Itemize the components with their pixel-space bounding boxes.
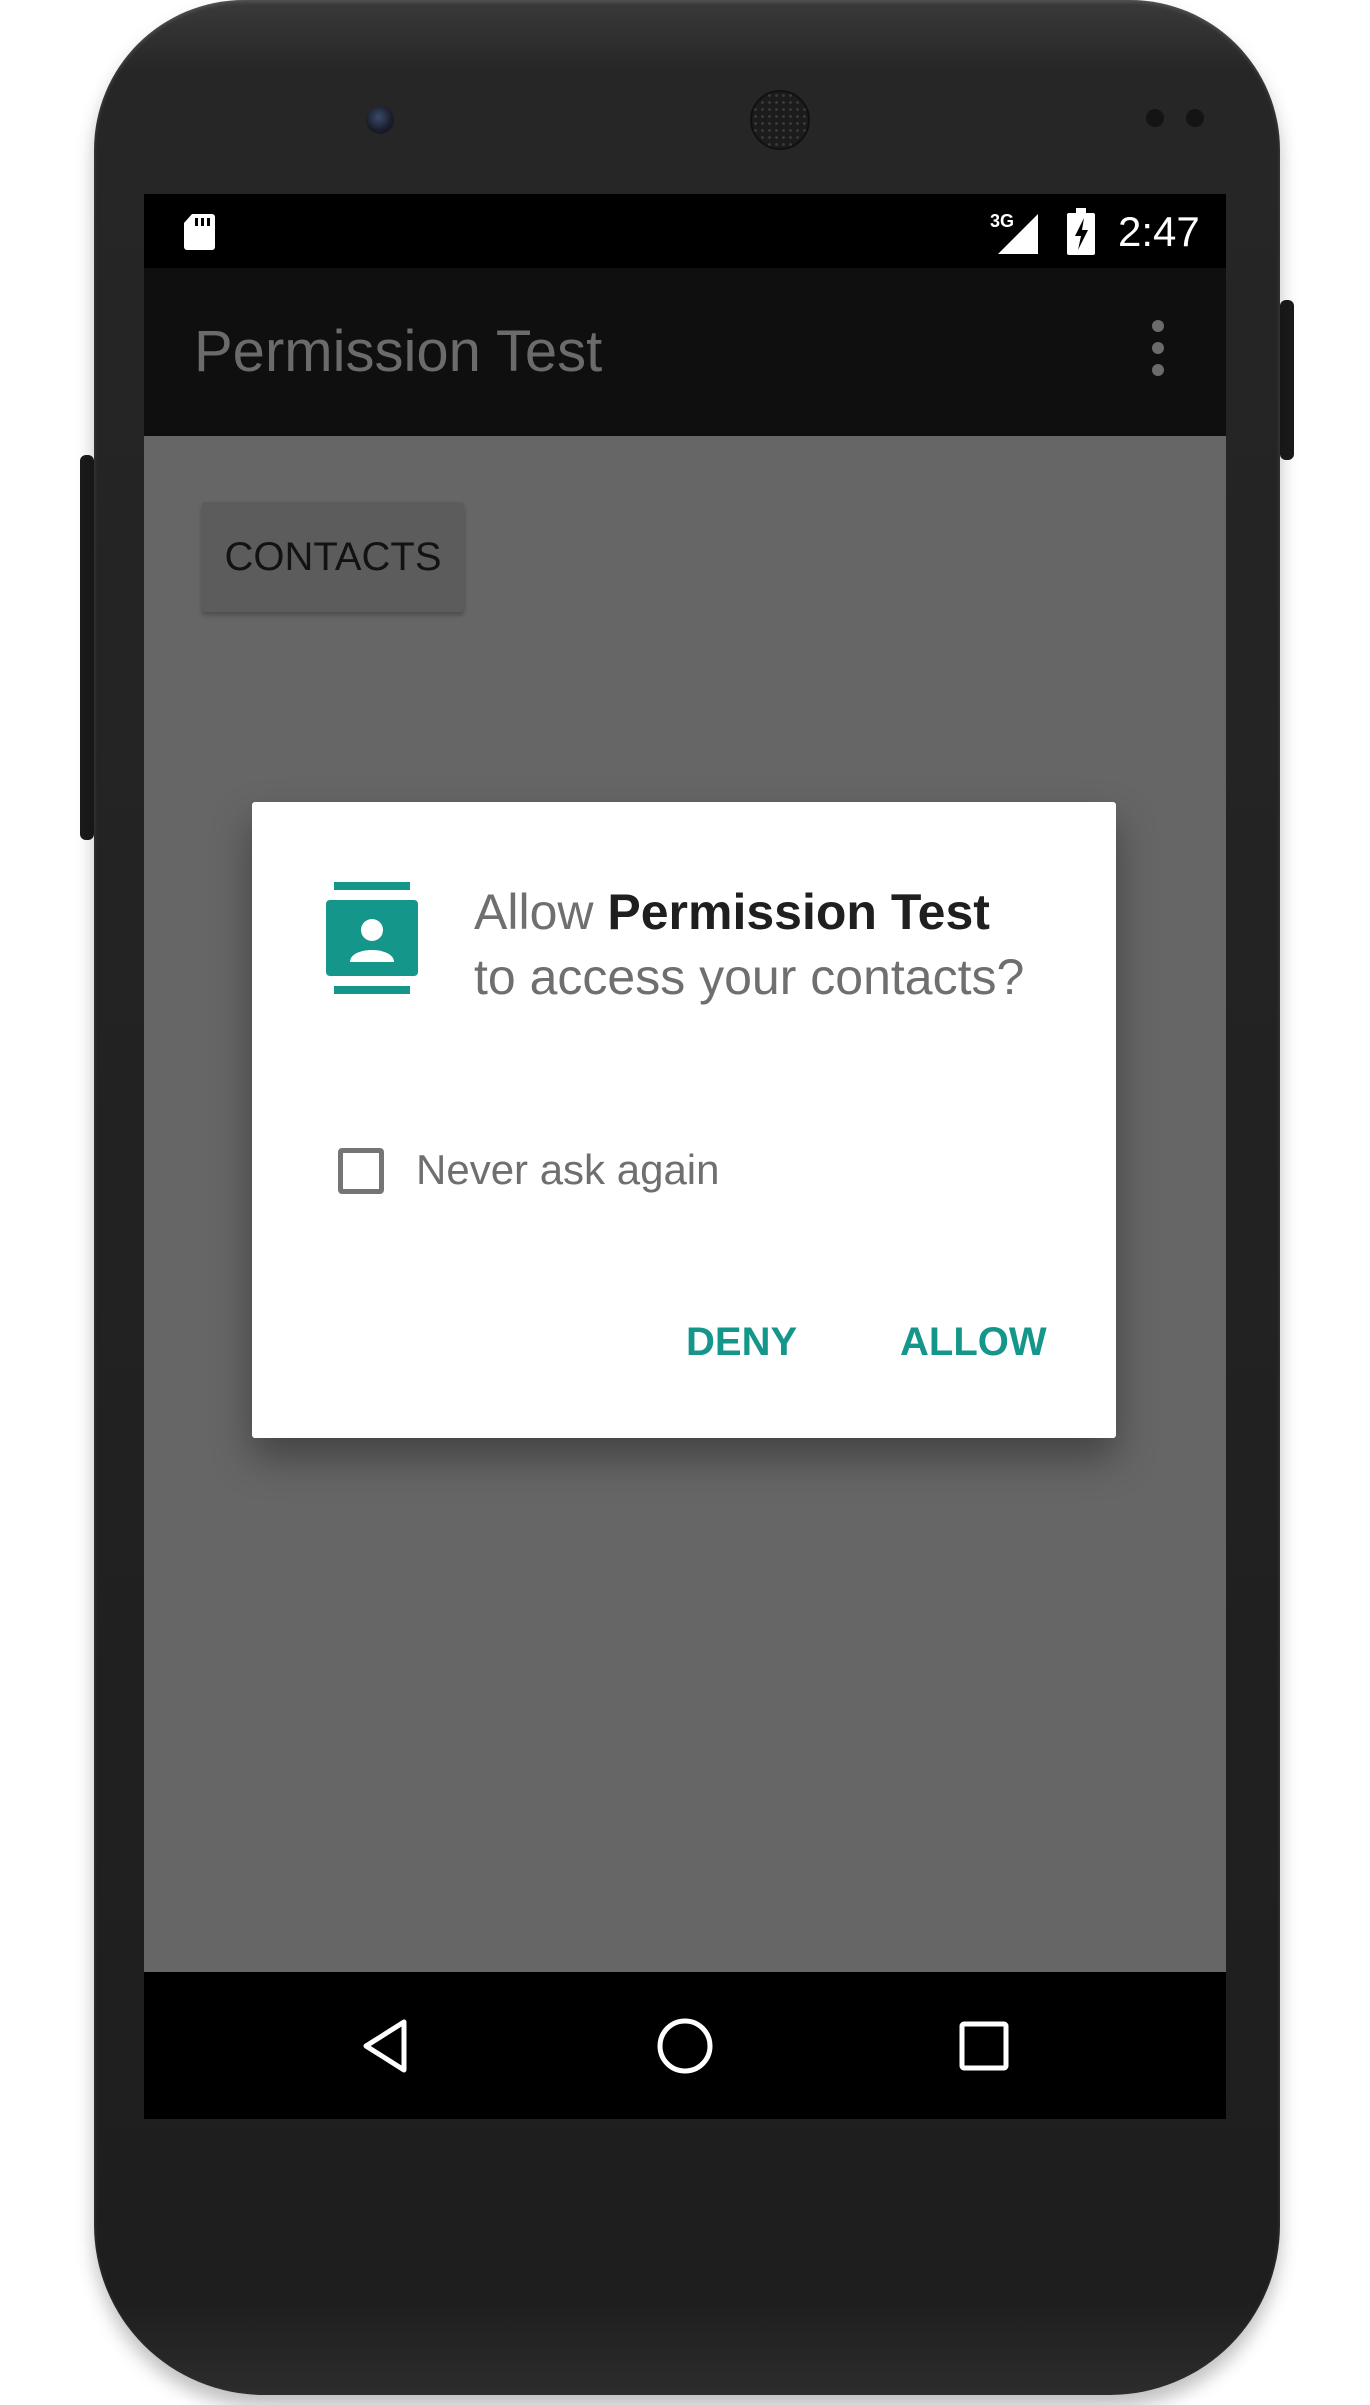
battery-charging-icon [1067,208,1095,255]
volume-button [80,455,94,840]
permission-message: Allow Permission Test to access your con… [474,880,1034,1010]
message-prefix: Allow [474,884,608,940]
allow-button[interactable]: ALLOW [900,1312,1047,1372]
permission-dialog: Allow Permission Test to access your con… [252,802,1116,1438]
contacts-icon [326,882,418,994]
message-suffix: to access your contacts? [474,949,1025,1005]
status-time: 2:47 [1118,208,1200,255]
deny-button[interactable]: DENY [686,1312,797,1372]
menu-dot [1152,342,1164,354]
sd-card-icon [184,214,215,250]
overflow-menu-icon[interactable] [1138,318,1178,378]
light-sensor [1186,109,1204,127]
back-icon[interactable] [356,2016,416,2076]
power-button [1280,300,1294,460]
status-bar: 3G 2:47 [144,194,1226,268]
app-name: Permission Test [607,884,990,940]
signal-icon [998,214,1038,254]
proximity-sensor [1146,109,1164,127]
navigation-bar [144,1972,1226,2119]
home-icon[interactable] [655,2016,715,2076]
menu-dot [1152,364,1164,376]
device-screen: 3G 2:47 Permission Test CONTACTS Allow P… [144,194,1226,2119]
app-title: Permission Test [194,319,603,384]
front-camera [366,106,394,134]
earpiece-speaker [750,90,810,150]
never-ask-label[interactable]: Never ask again [416,1146,720,1194]
never-ask-checkbox[interactable] [338,1148,384,1194]
recents-icon[interactable] [954,2016,1014,2076]
menu-dot [1152,320,1164,332]
contacts-button[interactable]: CONTACTS [202,502,464,612]
app-bar: Permission Test [144,268,1226,436]
